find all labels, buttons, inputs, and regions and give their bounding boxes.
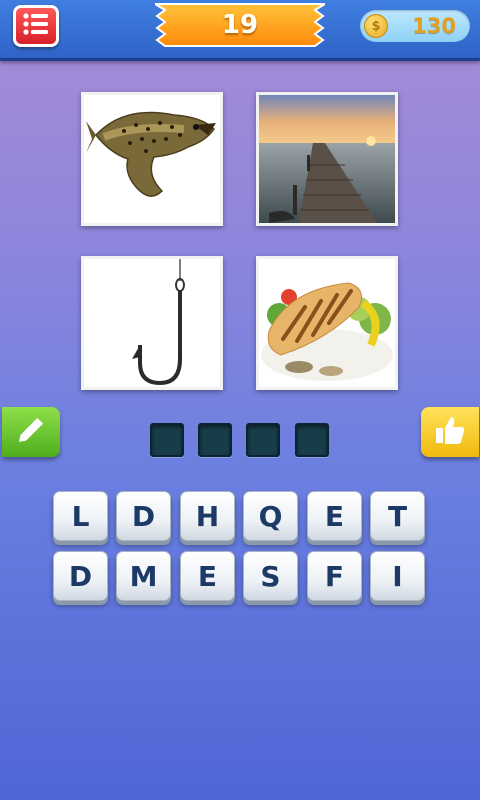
letter-key[interactable]: E <box>180 551 235 601</box>
picture-pier-sunset[interactable] <box>256 92 398 226</box>
hint-button[interactable] <box>2 407 60 457</box>
letter-key[interactable]: F <box>307 551 362 601</box>
pencil-icon <box>14 413 48 451</box>
coin-icon: $ <box>364 14 388 38</box>
menu-button[interactable] <box>13 5 59 47</box>
letter-key[interactable]: H <box>180 491 235 541</box>
coin-count: 130 <box>412 14 456 38</box>
answer-slot-4[interactable] <box>295 423 329 457</box>
letter-key[interactable]: I <box>370 551 425 601</box>
picture-grilled-fish[interactable] <box>256 256 398 390</box>
letter-key[interactable]: L <box>53 491 108 541</box>
answer-slot-1[interactable] <box>150 423 184 457</box>
answer-slot-2[interactable] <box>198 423 232 457</box>
letter-key[interactable]: Q <box>243 491 298 541</box>
list-menu-icon <box>22 11 50 41</box>
share-button[interactable] <box>421 407 479 457</box>
thumbs-up-icon <box>433 413 467 451</box>
letter-key[interactable]: T <box>370 491 425 541</box>
picture-fishing-hook[interactable] <box>81 256 223 390</box>
top-bar: 19 $ 130 <box>0 0 480 61</box>
letter-key[interactable]: E <box>307 491 362 541</box>
letter-key[interactable]: S <box>243 551 298 601</box>
answer-slot-3[interactable] <box>246 423 280 457</box>
level-badge: 19 <box>155 2 325 48</box>
picture-trout[interactable] <box>81 92 223 226</box>
letter-key[interactable]: M <box>116 551 171 601</box>
level-number: 19 <box>221 10 259 40</box>
coin-counter[interactable]: $ 130 <box>360 10 470 42</box>
letter-key[interactable]: D <box>116 491 171 541</box>
letter-key[interactable]: D <box>53 551 108 601</box>
